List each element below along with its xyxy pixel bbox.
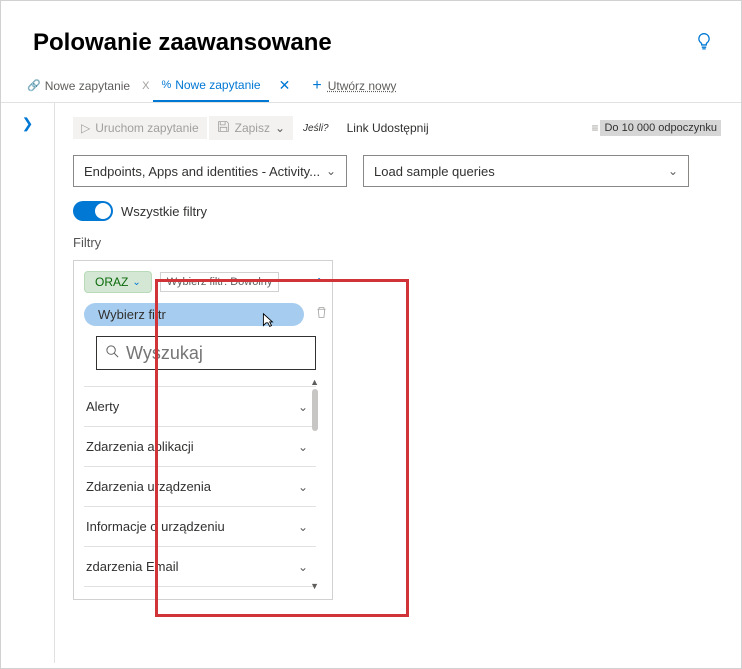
chevron-right-icon: ❯	[22, 115, 34, 663]
filter-category-alerts[interactable]: Alerty ⌄	[84, 387, 316, 427]
play-icon: ▷	[81, 121, 90, 135]
category-label: Alerty	[86, 399, 119, 414]
domain-select-label: Endpoints, Apps and identities - Activit…	[84, 164, 320, 179]
tab-label: Nowe zapytanie	[175, 78, 260, 92]
filter-category-email-events[interactable]: zdarzenia Email ⌄	[84, 547, 316, 587]
run-label: Uruchom zapytanie	[95, 121, 198, 135]
select-filter-button[interactable]: Wybierz filtr	[84, 303, 304, 326]
list-icon: ≡	[591, 121, 598, 135]
all-filters-toggle[interactable]	[73, 201, 113, 221]
delete-filter-icon[interactable]	[315, 306, 328, 322]
category-label: Zdarzenia aplikacji	[86, 439, 194, 454]
scrollbar-thumb[interactable]	[312, 389, 318, 431]
chevron-down-icon: ⌄	[326, 164, 336, 178]
chevron-down-icon: ⌄	[298, 400, 308, 414]
page-title: Polowanie zaawansowane	[33, 29, 332, 57]
select-filter-label: Wybierz filtr	[98, 307, 166, 322]
toolbar: ▷ Uruchom zapytanie Zapisz ⌄ Jeśli? Link…	[73, 113, 721, 143]
filter-any-label: Wybierz filtr: Dowolny	[160, 272, 280, 292]
tab-close-button[interactable]: ✕	[273, 77, 297, 94]
search-icon	[105, 343, 120, 364]
search-input[interactable]	[126, 343, 307, 364]
search-input-wrapper	[96, 336, 316, 370]
save-label: Zapisz	[235, 121, 270, 135]
chevron-down-icon: ⌄	[298, 520, 308, 534]
new-tab-label: Utwórz nowy	[328, 79, 397, 93]
save-icon	[217, 120, 230, 136]
plus-icon: +	[312, 77, 321, 95]
sample-queries-select[interactable]: Load sample queries ⌄	[363, 155, 689, 187]
sidebar-expand-button[interactable]: ❯	[1, 103, 55, 663]
save-button[interactable]: Zapisz ⌄	[209, 116, 293, 140]
chevron-down-icon: ⌄	[298, 440, 308, 454]
chevron-down-icon: ⌄	[275, 121, 285, 135]
filter-dropdown: ▲ Alerty ⌄ Zdarzenia aplikacji ⌄ Zdarzen…	[84, 336, 316, 587]
scroll-down-arrow[interactable]: ▼	[310, 581, 319, 591]
tab-divider: X	[142, 80, 149, 92]
logic-operator-pill[interactable]: ORAZ ⌄	[84, 271, 152, 293]
filters-heading: Filtry	[73, 235, 721, 250]
tabs-bar: 🔗 Nowe zapytanie X % Nowe zapytanie ✕ + …	[1, 69, 741, 103]
logic-label: ORAZ	[95, 275, 128, 289]
cursor-pointer-icon	[258, 312, 276, 333]
chevron-down-icon: ⌄	[668, 164, 678, 178]
scroll-up-arrow[interactable]: ▲	[310, 377, 319, 387]
lightbulb-icon[interactable]	[695, 32, 713, 55]
category-label: Zdarzenia urządzenia	[86, 479, 211, 494]
tab-label: Nowe zapytanie	[45, 79, 130, 93]
category-label: Informacje o urządzeniu	[86, 519, 225, 534]
results-limit[interactable]: Do 10 000 odpoczynku	[600, 120, 721, 136]
filter-group-card: ORAZ ⌄ Wybierz filtr: Dowolny ⌄ Wybierz …	[73, 260, 333, 600]
sample-select-label: Load sample queries	[374, 164, 495, 179]
chevron-down-icon: ⌄	[298, 480, 308, 494]
run-query-button[interactable]: ▷ Uruchom zapytanie	[73, 117, 207, 139]
filter-category-app-events[interactable]: Zdarzenia aplikacji ⌄	[84, 427, 316, 467]
link-icon: 🔗	[27, 79, 41, 92]
category-label: zdarzenia Email	[86, 559, 179, 574]
chevron-up-icon[interactable]: ⌄	[314, 275, 324, 289]
filter-category-device-info[interactable]: Informacje o urządzeniu ⌄	[84, 507, 316, 547]
share-link-button[interactable]: Link Udostępnij	[339, 117, 437, 139]
domain-select[interactable]: Endpoints, Apps and identities - Activit…	[73, 155, 347, 187]
share-label: Link Udostępnij	[347, 121, 429, 135]
chevron-down-icon: ⌄	[132, 277, 140, 288]
tab-new-query-1[interactable]: 🔗 Nowe zapytanie	[19, 69, 138, 102]
toggle-label: Wszystkie filtry	[121, 204, 207, 219]
tab-new-query-2[interactable]: % Nowe zapytanie	[153, 69, 268, 102]
if-button[interactable]: Jeśli?	[295, 119, 337, 138]
chevron-down-icon: ⌄	[298, 560, 308, 574]
percent-icon: %	[161, 79, 171, 91]
new-tab-button[interactable]: + Utwórz nowy	[300, 77, 408, 95]
filter-category-device-events[interactable]: Zdarzenia urządzenia ⌄	[84, 467, 316, 507]
